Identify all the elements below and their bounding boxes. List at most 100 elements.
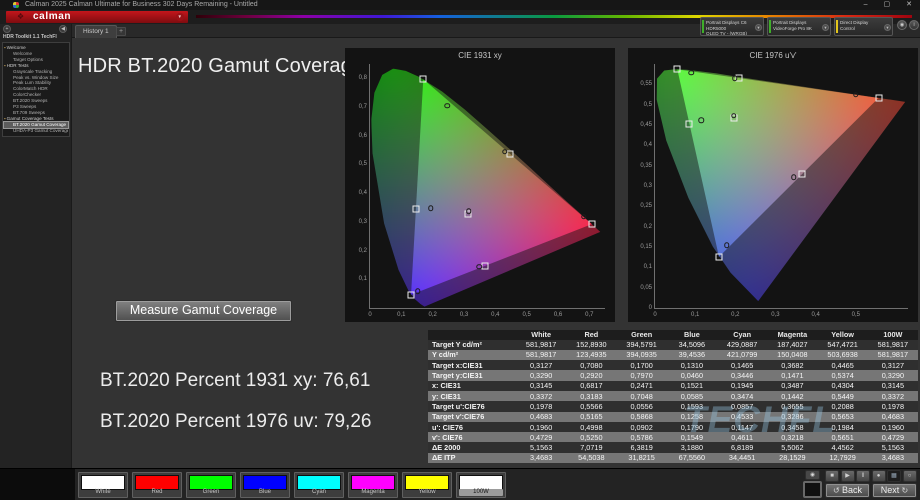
measured-marker-yellow [732, 75, 738, 81]
pattern-swatch-red[interactable]: Red [132, 472, 182, 498]
swatch-color [135, 475, 179, 490]
column-header-yellow: Yellow [818, 330, 868, 340]
measure-gamut-coverage-button[interactable]: Measure Gamut Coverage [115, 300, 292, 322]
swatch-color [351, 475, 395, 490]
sidebar-item-uhda-p3-gamut-coverage[interactable]: UHDA-P3 Gamut Coverage [4, 128, 68, 134]
y-axis-tick: 0,3 [632, 183, 652, 189]
pattern-swatch-green[interactable]: Green [186, 472, 236, 498]
table-cell: 0,3286 [767, 412, 817, 422]
calman-window: Calman 2025 Calman Ultimate for Business… [0, 0, 920, 500]
add-icon[interactable]: + [3, 25, 11, 33]
measured-marker-cyan [428, 206, 434, 212]
info-icon[interactable]: i [909, 20, 919, 30]
y-axis-tick: 0,7 [347, 104, 367, 110]
tab-history-1[interactable]: History 1 [75, 25, 117, 38]
row-label: x: CIE31 [428, 381, 516, 391]
play-icon[interactable]: ▶ [841, 470, 855, 482]
maximize-button[interactable]: ▢ [884, 0, 891, 10]
pattern-swatch-cyan[interactable]: Cyan [294, 472, 344, 498]
chevron-down-icon[interactable]: ▼ [884, 24, 891, 31]
display-control-button[interactable]: Direct Display Control ▼ [834, 17, 893, 36]
table-row: Y cd/m²581,9817123,4935394,093539,453642… [428, 350, 918, 360]
new-tab-button[interactable]: + [116, 27, 126, 36]
table-cell: 0,1984 [818, 422, 868, 432]
table-cell: 0,4729 [516, 432, 566, 442]
table-cell: 6,8189 [717, 442, 767, 452]
tree-bullet-icon: ▪ [4, 45, 6, 50]
page-title: HDR BT.2020 Gamut Coverage [78, 55, 363, 78]
table-cell: 581,9817 [868, 340, 918, 350]
swatch-label: Green [189, 489, 233, 496]
x-axis-tick: 0,5 [852, 312, 860, 318]
table-cell: 394,5791 [617, 340, 667, 350]
table-cell: 0,4729 [868, 432, 918, 442]
y-axis-tick: 0,4 [347, 190, 367, 196]
custom-pattern-swatch[interactable] [803, 481, 822, 498]
table-cell: 0,3682 [767, 360, 817, 370]
column-header-white: White [516, 330, 566, 340]
pattern-swatch-yellow[interactable]: Yellow [402, 472, 452, 498]
row-label: Y cd/m² [428, 350, 516, 360]
table-cell: 429,0887 [717, 340, 767, 350]
record-icon[interactable]: ● [872, 470, 886, 482]
minimize-button[interactable]: – [864, 0, 868, 10]
pattern-swatch-white[interactable]: White [78, 472, 128, 498]
workflow-tree: ▪WelcomeWelcomeTarget Options▪HDR TestsG… [2, 42, 70, 137]
x-axis-tick: 0,1 [397, 312, 405, 318]
table-row: ΔE ITP3,468354,503831,821567,556034,4451… [428, 453, 918, 463]
pause-icon[interactable]: ‖ [856, 470, 870, 482]
meter-connect-button[interactable]: Portrait Displays C6 HDR5000 OLED TV - (… [700, 17, 764, 36]
pattern-swatch-magenta[interactable]: Magenta [348, 472, 398, 498]
eye-icon[interactable]: ◉ [805, 470, 820, 480]
table-cell: 0,4465 [818, 360, 868, 370]
chevron-down-icon[interactable]: ▼ [755, 24, 762, 31]
target-marker-magenta [482, 262, 489, 269]
swatch-color [243, 475, 287, 490]
close-button[interactable]: ✕ [906, 0, 912, 10]
table-cell: 0,6817 [566, 381, 616, 391]
back-arrow-icon: ↺ [833, 486, 842, 495]
table-row: x: CIE310,31450,68170,24710,15210,19450,… [428, 381, 918, 391]
chart-title: CIE 1931 xy [345, 48, 615, 60]
y-axis-tick: 0,5 [347, 161, 367, 167]
stop-icon[interactable]: ■ [825, 470, 839, 482]
table-cell: 3,1880 [667, 442, 717, 452]
pattern-swatch-100w[interactable]: 100W [456, 472, 506, 498]
row-label: y: CIE31 [428, 391, 516, 401]
table-row: Target Y cd/m²581,9817152,8930394,579134… [428, 340, 918, 350]
chevron-down-icon[interactable]: ▼ [822, 24, 829, 31]
pattern-swatch-blue[interactable]: Blue [240, 472, 290, 498]
sidebar-item-bt-2020-gamut-coverage[interactable]: BT.2020 Gamut Coverage [4, 122, 68, 128]
table-cell: 0,5374 [818, 370, 868, 380]
cie-1931-gamut-graphic [370, 64, 605, 308]
source-name: Portrait Displays VideoForge Pro 8K [773, 20, 812, 31]
logo-menu-button[interactable]: ▼ [176, 13, 184, 21]
next-button[interactable]: Next ↻ [872, 483, 917, 498]
target-marker-red [588, 221, 595, 228]
table-cell: 3,4683 [516, 453, 566, 463]
display-name: Direct Display Control [840, 20, 868, 31]
window-title: Calman 2025 Calman Ultimate for Business… [25, 0, 258, 10]
source-connect-button[interactable]: Portrait Displays VideoForge Pro 8K ▼ [767, 17, 831, 36]
loop-icon[interactable]: ○ [903, 470, 917, 482]
table-cell: 0,5786 [617, 432, 667, 442]
results-table: WhiteRedGreenBlueCyanMagentaYellow100W T… [428, 330, 918, 463]
column-header-blue: Blue [667, 330, 717, 340]
chart-title: CIE 1976 u'v' [628, 48, 918, 60]
table-cell: 0,3446 [717, 370, 767, 380]
target-marker-blue [408, 291, 415, 298]
collapse-sidebar-icon[interactable]: ◀ [59, 25, 67, 33]
column-header-magenta: Magenta [767, 330, 817, 340]
back-button[interactable]: ↺ Back [825, 483, 870, 498]
measured-marker-yellow [502, 149, 508, 155]
swatch-label: Blue [243, 489, 287, 496]
row-label: u': CIE76 [428, 422, 516, 432]
table-cell: 0,4683 [516, 412, 566, 422]
grid-icon[interactable]: ▦ [887, 470, 901, 482]
camera-icon[interactable]: ◉ [897, 20, 907, 30]
table-cell: 0,1549 [667, 432, 717, 442]
table-cell: 0,1945 [717, 381, 767, 391]
x-axis-tick: 0,4 [491, 312, 499, 318]
swatch-label: Magenta [351, 489, 395, 496]
percent-1976-readout: BT.2020 Percent 1976 uv: 79,26 [100, 411, 371, 433]
